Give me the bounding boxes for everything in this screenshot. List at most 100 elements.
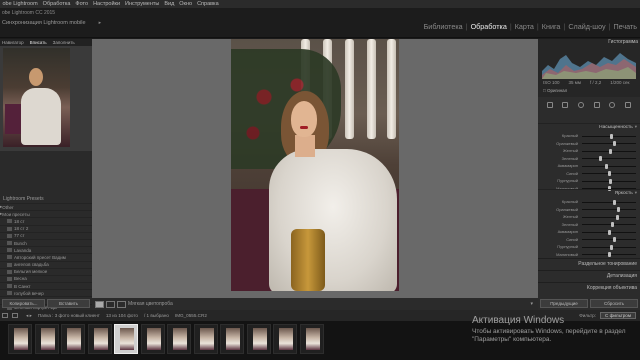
slider-knob[interactable] (608, 178, 612, 184)
reset-button[interactable]: Сбросить (590, 299, 638, 308)
slider-knob[interactable] (612, 199, 616, 205)
graduated-filter-icon[interactable] (593, 101, 600, 108)
slider-row[interactable]: Желтый (538, 213, 640, 221)
triangle-right-icon[interactable]: ▸ (99, 20, 102, 26)
preset-item[interactable]: Lavanda (0, 246, 92, 253)
slider-row[interactable]: Оранжевый (538, 206, 640, 214)
menu-item[interactable]: Вид (162, 1, 177, 7)
slider-row[interactable]: Оранжевый (538, 140, 640, 148)
filmstrip-thumb[interactable] (220, 324, 244, 354)
filmstrip-thumb[interactable] (140, 324, 165, 354)
slider-section-header[interactable]: Насыщенность ▾ (538, 123, 640, 130)
slider-track[interactable] (582, 135, 636, 137)
menu-item[interactable]: Инструменты (123, 1, 162, 7)
sync-status[interactable]: Синхронизация Lightroom mobile ▸ (2, 20, 101, 26)
slider-row[interactable]: Зеленый (538, 221, 640, 229)
histogram[interactable]: Гистограмма ISO 100 35 мм f / 2,2 1/200 … (538, 39, 640, 97)
slider-track[interactable] (582, 201, 636, 203)
loupe-view-button[interactable] (95, 300, 104, 308)
source-info[interactable]: Папка : 3 фото новый клиент (38, 313, 100, 318)
before-after-button[interactable] (117, 300, 126, 308)
photo-canvas[interactable] (92, 39, 538, 298)
navigator-tab[interactable]: Навигатор (2, 40, 24, 45)
original-toggle[interactable]: □ Оригинал (543, 88, 567, 93)
filmstrip-thumb[interactable] (114, 324, 138, 354)
slider-row[interactable]: Зеленый (538, 155, 640, 163)
slider-row[interactable]: Аквамарин (538, 228, 640, 236)
filmstrip-thumb[interactable] (34, 324, 59, 354)
slider-knob[interactable] (609, 244, 613, 250)
slider-knob[interactable] (615, 214, 619, 220)
preset-item[interactable]: Весна (0, 274, 92, 282)
chevron-down-icon[interactable]: ▾ (635, 190, 637, 196)
slider-row[interactable]: Красный (538, 198, 640, 206)
slider-knob[interactable] (607, 252, 611, 257)
collapsed-panel-header[interactable]: Коррекция объектива (538, 282, 640, 292)
slider-track[interactable] (582, 224, 636, 225)
preset-item[interactable]: 18 ст (0, 217, 92, 224)
filmstrip-thumb[interactable] (87, 324, 112, 354)
spot-removal-icon[interactable] (562, 101, 569, 108)
navigator-header[interactable]: Навигатор Вписать Заполнить (0, 39, 92, 46)
preset-item[interactable]: Bunch (0, 238, 92, 246)
filmstrip-thumb[interactable] (299, 324, 324, 354)
slider-track[interactable] (582, 158, 636, 159)
slider-knob[interactable] (604, 163, 608, 169)
preset-item[interactable]: Авторский пресет Вадим (0, 253, 92, 260)
slider-knob[interactable] (613, 141, 617, 146)
slider-knob[interactable] (616, 207, 620, 212)
slider-knob[interactable] (599, 156, 603, 161)
main-photo[interactable] (231, 39, 399, 291)
slider-track[interactable] (582, 165, 636, 167)
radial-filter-icon[interactable] (609, 101, 616, 108)
crop-tool-icon[interactable] (546, 101, 553, 108)
slider-row[interactable]: Пурпурный (538, 243, 640, 251)
chevron-down-icon[interactable]: ▾ (635, 124, 637, 130)
previous-button[interactable]: Предыдущие (540, 299, 588, 308)
module-4[interactable]: Слайд-шоу (565, 22, 608, 31)
preset-item[interactable]: ангелов свадьба (0, 260, 92, 268)
filmstrip-thumb[interactable] (246, 324, 271, 354)
slider-track[interactable] (582, 216, 636, 218)
slider-row[interactable]: Синий (538, 170, 640, 178)
menu-item[interactable]: obe Lightroom (0, 1, 40, 7)
slider-row[interactable]: Красный (538, 132, 640, 140)
menu-item[interactable]: Настройки (91, 1, 123, 7)
filmstrip-thumb[interactable] (61, 324, 85, 354)
menu-item[interactable]: Окно (177, 1, 195, 7)
filmstrip-thumb[interactable] (193, 324, 218, 354)
module-0[interactable]: Библиотека (421, 22, 466, 31)
slider-knob[interactable] (608, 171, 612, 176)
slider-knob[interactable] (612, 237, 616, 242)
filmstrip-arrows-icon[interactable]: ◂ ▸ (26, 313, 32, 319)
slider-row[interactable]: Синий (538, 236, 640, 244)
preset-item[interactable]: голубой вечер (0, 289, 92, 296)
slider-knob[interactable] (607, 229, 611, 235)
menu-item[interactable]: Обработка (40, 1, 73, 7)
preset-item[interactable]: В Санкт (0, 282, 92, 289)
slider-row[interactable]: Аквамарин (538, 162, 640, 170)
module-3[interactable]: Книга (539, 22, 564, 31)
menu-item[interactable]: Фото (73, 1, 91, 7)
slider-knob[interactable] (610, 133, 614, 139)
module-1[interactable]: Обработка (468, 22, 510, 31)
slider-row[interactable]: Пурпурный (538, 177, 640, 185)
module-2[interactable]: Карта (512, 22, 537, 31)
slider-row[interactable]: Малиновый (538, 251, 640, 259)
filmstrip-thumb[interactable] (273, 324, 297, 354)
fit-tab[interactable]: Вписать (30, 40, 47, 45)
filmstrip-thumb[interactable] (8, 324, 32, 354)
fill-tab[interactable]: Заполнить (53, 40, 75, 45)
collapsed-panel-header[interactable]: Раздельное тонирование (538, 258, 640, 268)
adjustment-brush-icon[interactable] (625, 101, 632, 108)
collapsed-panel-header[interactable]: Детализация (538, 270, 640, 280)
preset-item[interactable]: Бельгия мелкое (0, 267, 92, 275)
slider-section-header[interactable]: Яркость ▾ (538, 189, 640, 196)
soft-proofing-label[interactable]: Мягкая цветопроба (128, 301, 173, 307)
preset-item[interactable]: ▸ Мои пресеты (0, 210, 92, 217)
copy-button[interactable]: Копировать... (2, 299, 45, 308)
slider-track[interactable] (582, 143, 636, 144)
grid-view-icon[interactable] (2, 313, 8, 318)
module-5[interactable]: Печать (610, 22, 640, 31)
slider-knob[interactable] (608, 148, 612, 154)
